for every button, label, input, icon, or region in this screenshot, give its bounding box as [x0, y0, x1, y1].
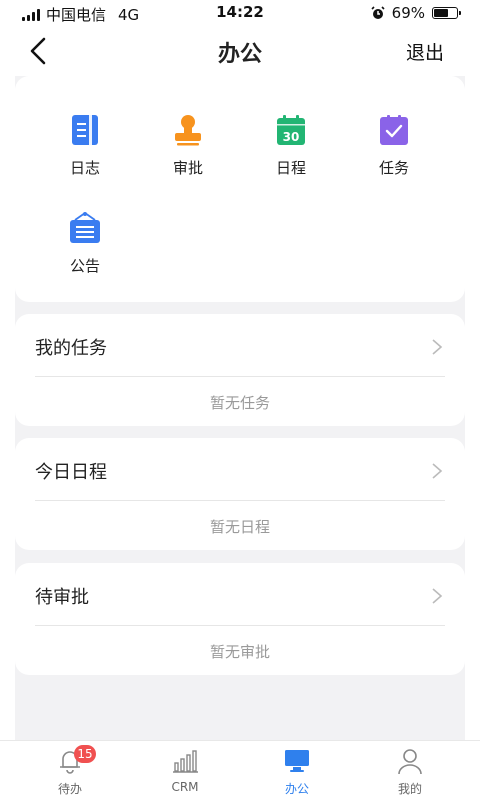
section-today-schedule: 今日日程 暂无日程 [15, 438, 465, 550]
app-log[interactable]: 日志 [35, 114, 135, 178]
app-label: 审批 [172, 159, 203, 177]
tab-label: CRM [171, 780, 199, 794]
tab-office[interactable]: 办公 [237, 741, 357, 801]
section-pending-approval: 待审批 暂无审批 [15, 563, 465, 675]
person-icon [398, 749, 422, 775]
logout-button[interactable]: 退出 [406, 38, 444, 65]
section-title[interactable]: 我的任务 [35, 334, 107, 360]
tab-todo[interactable]: 待办 15 [10, 741, 130, 801]
app-schedule[interactable]: 30 日程 [241, 114, 341, 178]
tab-label: 待办 [57, 782, 82, 796]
section-title[interactable]: 待审批 [35, 583, 89, 609]
app-label: 日志 [69, 159, 100, 177]
chevron-right-icon[interactable] [431, 462, 443, 480]
content-area: 日志 审批 30 日程 任务 公告 我的任务 暂无任务 今日日程 暂无日程 待审… [15, 76, 465, 740]
app-approval[interactable]: 审批 [138, 114, 238, 178]
tab-label: 我的 [397, 782, 422, 796]
nav-bar: 办公 退出 [0, 26, 480, 76]
app-grid: 日志 审批 30 日程 任务 公告 [15, 76, 465, 302]
app-task[interactable]: 任务 [344, 114, 444, 178]
chevron-right-icon[interactable] [431, 587, 443, 605]
empty-message: 暂无日程 [209, 518, 270, 536]
app-label: 公告 [69, 257, 100, 275]
battery-percent: 69% [391, 4, 425, 22]
monitor-icon [285, 750, 309, 772]
tab-mine[interactable]: 我的 [350, 741, 470, 801]
tab-bar: 待办 15 CRM 办公 我的 [0, 740, 480, 801]
chevron-right-icon[interactable] [431, 338, 443, 356]
status-bar: 中国电信 4G 14:22 69% [0, 0, 480, 26]
section-my-tasks: 我的任务 暂无任务 [15, 314, 465, 426]
bar-chart-icon [173, 750, 198, 773]
divider [35, 625, 445, 626]
tab-label: 办公 [284, 782, 309, 796]
app-notice[interactable]: 公告 [35, 212, 135, 276]
notice-board-icon [70, 212, 100, 243]
battery-icon [432, 7, 461, 19]
approval-stamp-icon [175, 115, 201, 146]
section-title[interactable]: 今日日程 [35, 458, 107, 484]
calendar-icon: 30 [277, 115, 305, 145]
notification-badge: 15 [74, 745, 96, 763]
empty-message: 暂无任务 [209, 394, 270, 412]
calendar-icon-text: 30 [283, 130, 300, 144]
empty-message: 暂无审批 [209, 643, 270, 661]
alarm-icon [371, 6, 385, 19]
divider [35, 376, 445, 377]
tab-crm[interactable]: CRM [125, 741, 245, 801]
divider [35, 500, 445, 501]
app-label: 日程 [275, 159, 306, 177]
log-icon [72, 115, 98, 145]
app-label: 任务 [378, 159, 409, 177]
task-check-icon [380, 115, 408, 145]
